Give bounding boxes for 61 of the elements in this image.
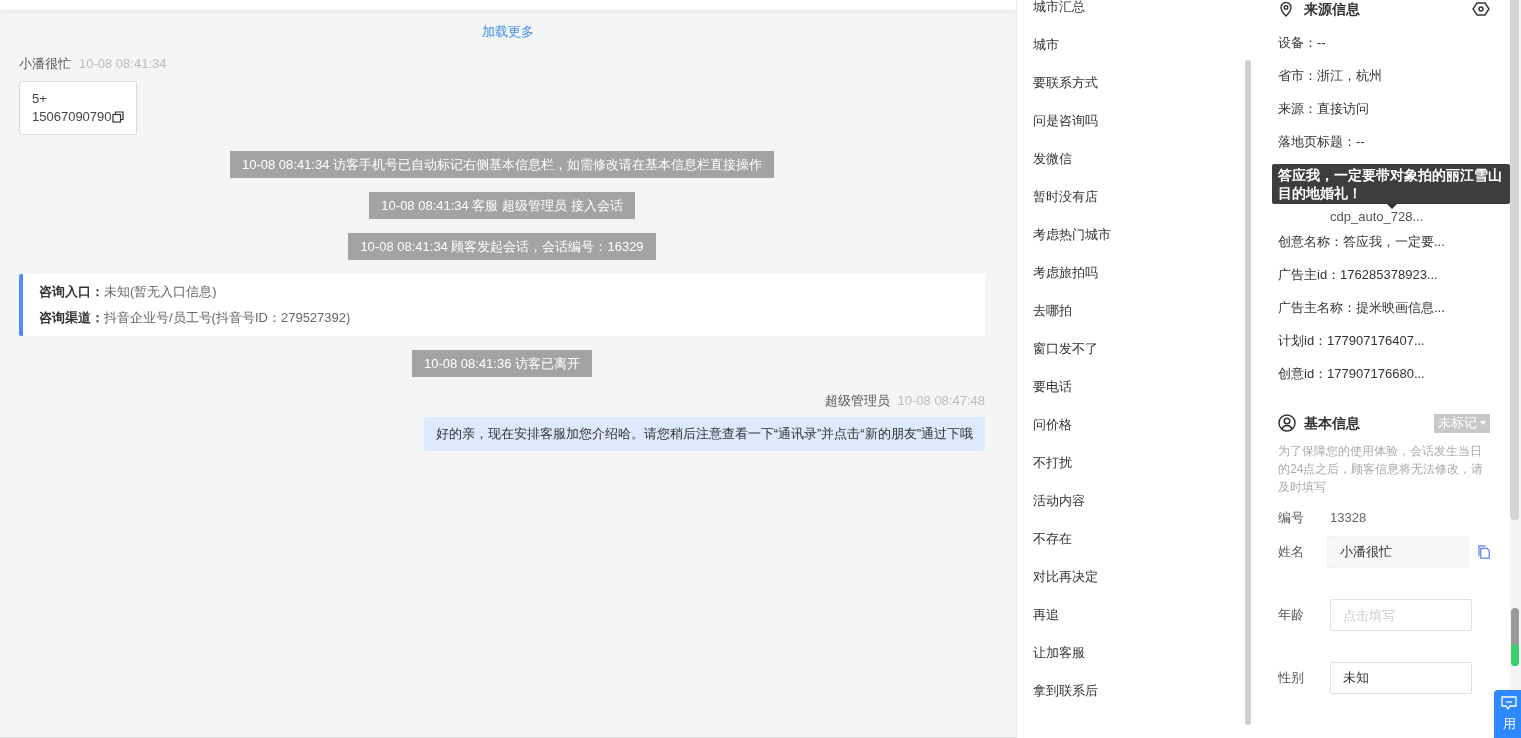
sender-name: 超级管理员 [824,392,890,410]
quick-reply-item[interactable]: 再追 [1017,596,1227,634]
quick-reply-item[interactable]: 拿到联系后 [1017,672,1227,710]
quick-reply-item[interactable]: 活动内容 [1017,482,1227,520]
caret-icon [1480,421,1486,425]
level-indicator-icon [1510,608,1520,666]
message-time: 10-08 08:47:48 [897,392,985,410]
text-field[interactable]: 小潘很忙 [1326,536,1469,568]
quick-reply-item[interactable]: 城市 [1017,26,1227,64]
field-label: 姓名 [1278,543,1305,562]
number-value: 13328 [1330,509,1367,528]
tooltip-arrow [1387,204,1397,209]
section-title: 基本信息 [1304,413,1360,433]
info-row-text: 计划id：177907176407... [1278,332,1426,350]
section-title: 来源信息 [1304,0,1360,19]
system-notice: 10-08 08:41:34 顾客发起会话，会话编号：16329 [348,233,656,260]
quick-reply-item[interactable]: 窗口发不了 [1017,330,1227,368]
quick-reply-item[interactable]: 让加客服 [1017,634,1227,672]
info-row-text: 来源：直接访问 [1278,100,1370,118]
field-label: 编号 [1278,509,1305,528]
location-pin-icon [1278,1,1294,17]
system-notice: 10-08 08:41:34 访客手机号已自动标记右侧基本信息栏，如需修改请在基本信息栏直接操作 [229,151,775,178]
chat-icon [1501,696,1517,710]
info-row-text: 创意id：177907176680... [1278,365,1426,383]
quick-reply-item[interactable]: 暂时没有店 [1017,178,1227,216]
quick-reply-item[interactable]: 问是咨询吗 [1017,102,1227,140]
scrollbar-thumb[interactable] [1245,60,1251,725]
info-row-text: 落地页标题：-- [1278,133,1366,151]
quick-reply-item[interactable]: 去哪拍 [1017,292,1227,330]
notice-text: 为了保障您的使用体验，会话发生当日的24点之后，顾客信息将无法修改，请及时填写 [1278,443,1485,496]
text-field[interactable]: 未知 [1330,662,1472,694]
quick-reply-item[interactable]: 考虑旅拍吗 [1017,254,1227,292]
quick-reply-item[interactable]: 城市汇总 [1017,0,1227,26]
tooltip: 答应我，一定要带对象拍的丽江雪山目的地婚礼！ [1272,164,1510,204]
user-circle-icon [1278,414,1296,432]
copy-icon[interactable] [111,111,124,123]
info-row-text: cdp_auto_728... [1329,209,1425,225]
info-row-text: 省市：浙江，杭州 [1278,67,1383,85]
info-row-text: 设备：-- [1278,34,1327,52]
field-label: 年龄 [1278,606,1305,625]
quick-reply-item[interactable]: 要电话 [1017,368,1227,406]
field-label: 性别 [1278,669,1305,688]
quick-reply-item[interactable]: 考虑热门城市 [1017,216,1227,254]
quick-reply-item[interactable]: 不存在 [1017,520,1227,558]
quick-reply-item[interactable]: 发微信 [1017,140,1227,178]
card-field-text: 咨询入口：未知(暂无入口信息) [39,283,218,301]
quick-reply-item[interactable]: 对比再决定 [1017,558,1227,596]
message-time: 10-08 08:41:34 [79,54,167,73]
card-field-text: 咨询渠道：抖音企业号/员工号(抖音号ID：279527392) [39,309,352,327]
info-row-text: 创意名称：答应我，一定要... [1278,233,1446,251]
sender-name: 小潘很忙 [19,54,71,73]
quick-reply-item[interactable]: 不打扰 [1017,444,1227,482]
message-bubble: 5+ 15067090790 [19,81,137,135]
quick-reply-item[interactable]: 要联系方式 [1017,64,1227,102]
info-row-text: 广告主id：176285378923... [1278,266,1439,284]
info-row-text: 广告主名称：提米映画信息... [1278,299,1446,317]
scrollbar-thumb[interactable] [1510,0,1519,520]
message-bubble: 好的亲，现在安排客服加您介绍哈。请您稍后注意查看一下“通讯录”并点击“新的朋友”通过下哦 [423,416,985,451]
quick-reply-item[interactable]: 问价格 [1017,406,1227,444]
system-notice: 10-08 08:41:34 客服 超级管理员 接入会话 [369,192,635,219]
system-notice: 10-08 08:41:36 访客已离开 [411,350,593,377]
